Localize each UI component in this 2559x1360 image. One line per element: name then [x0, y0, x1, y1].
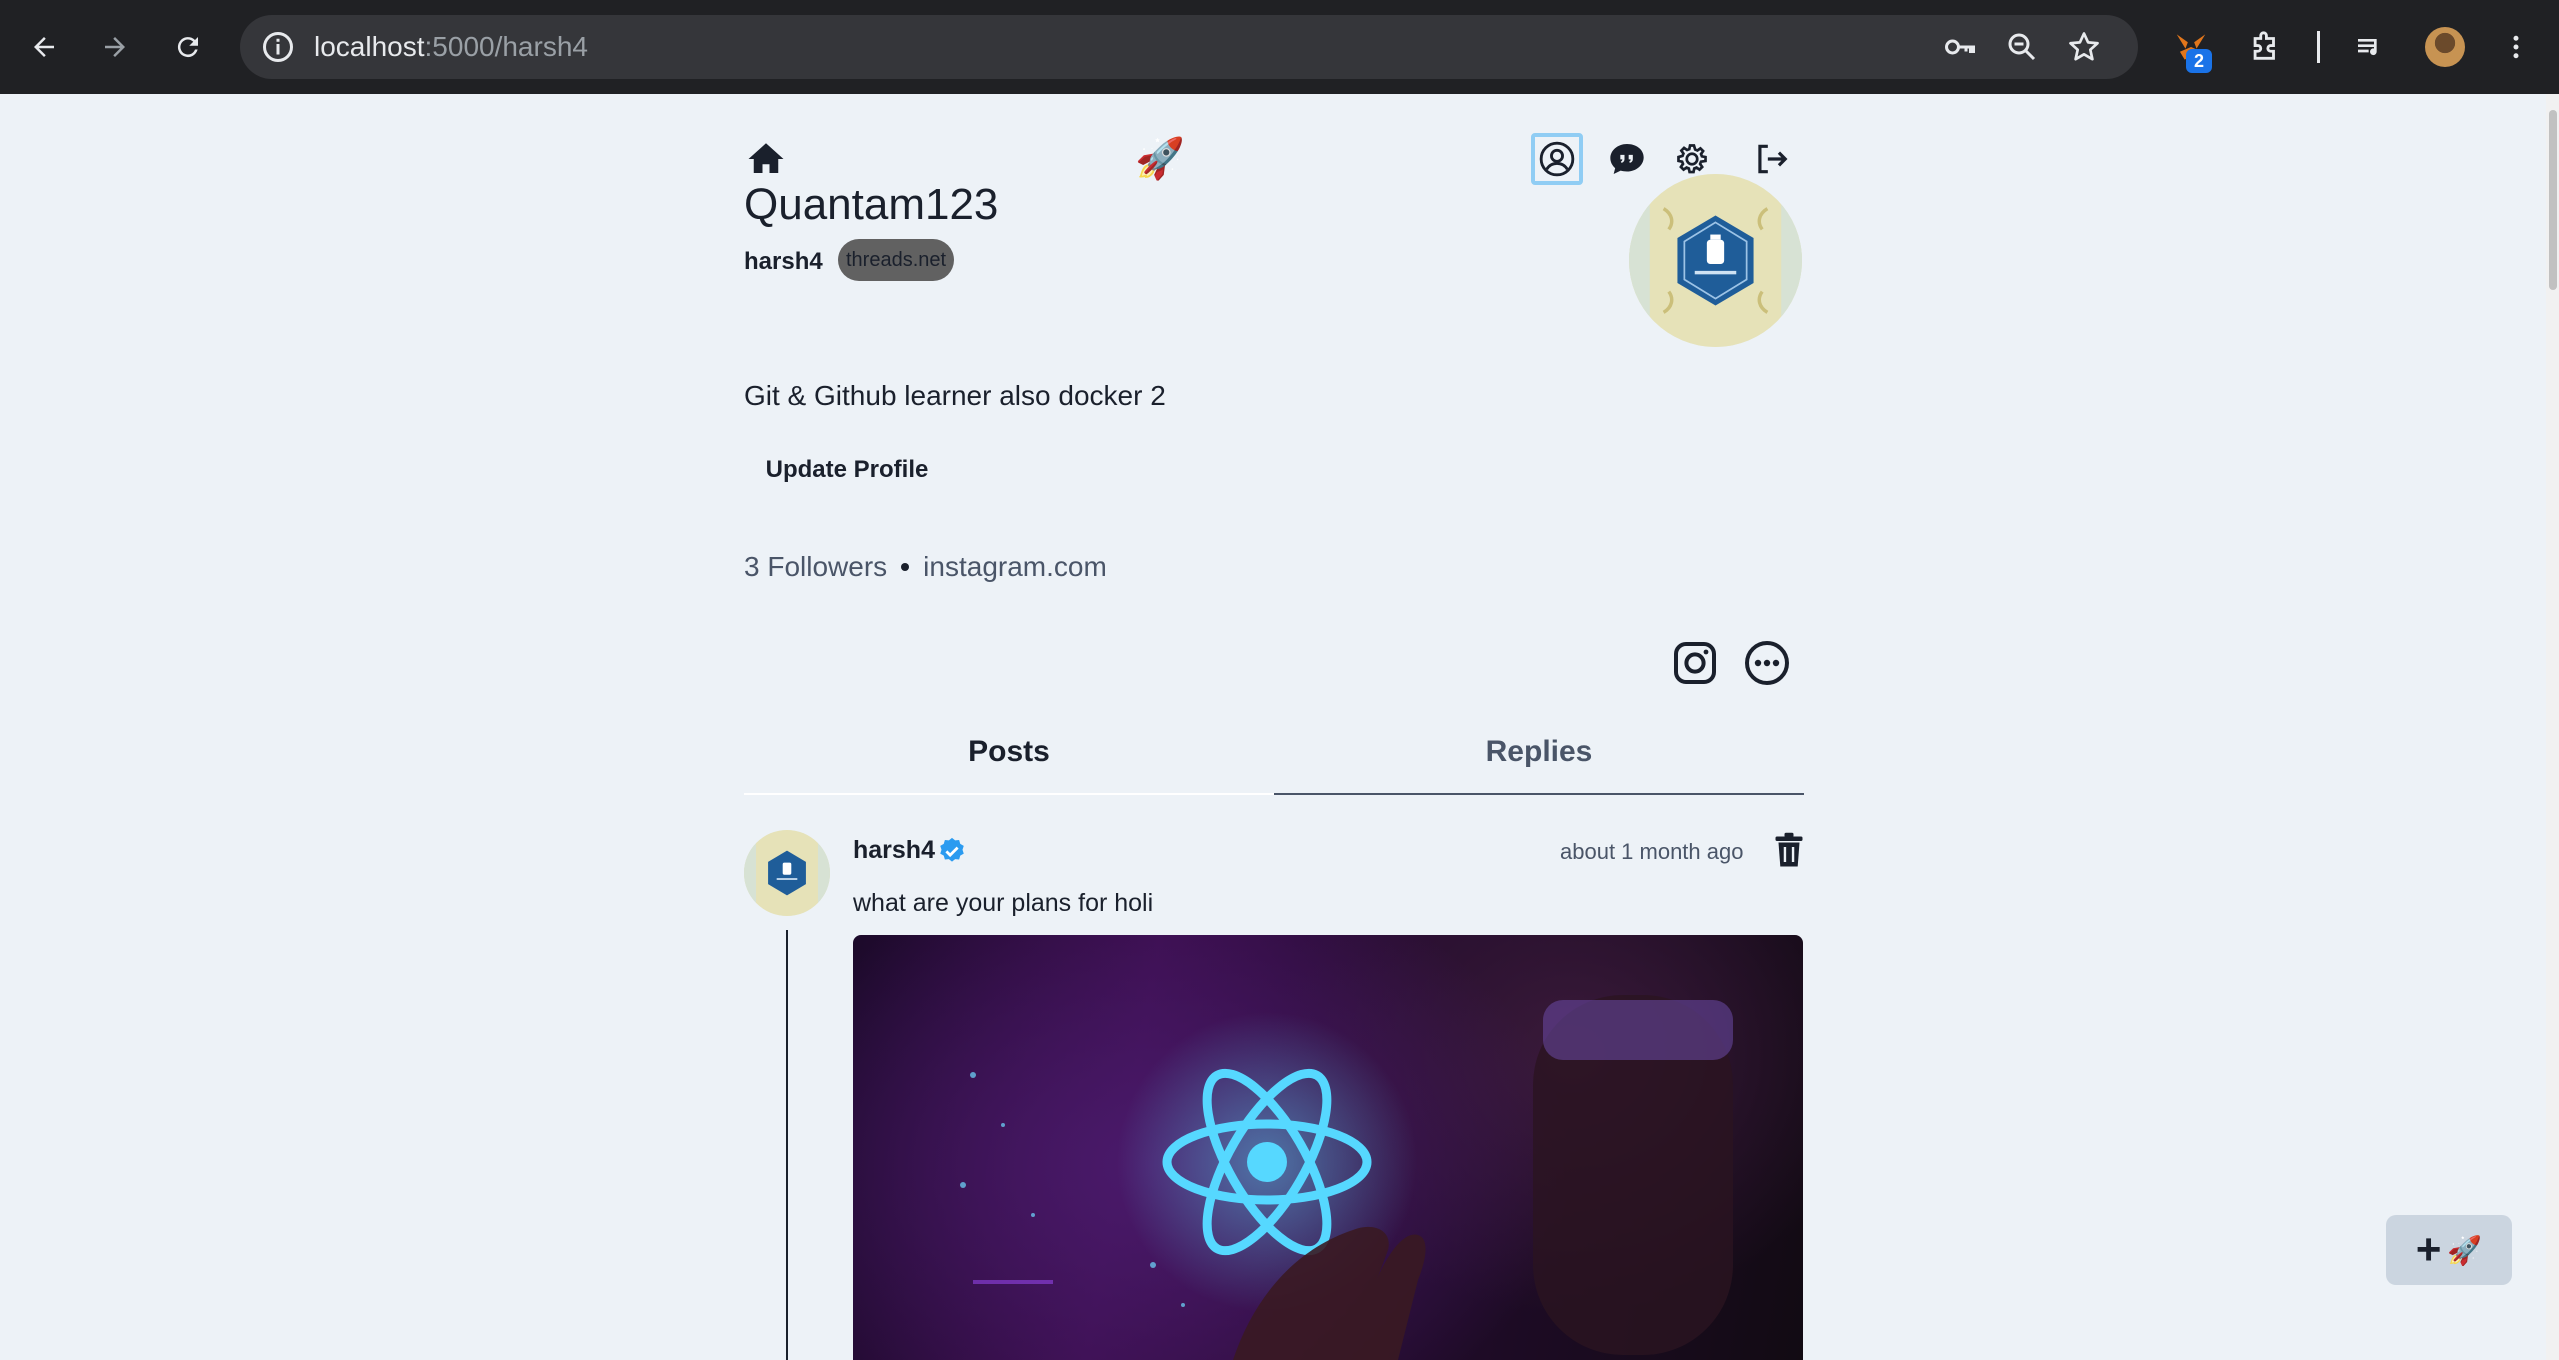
extension-badge: 2 [2186, 49, 2212, 73]
info-icon[interactable] [260, 29, 296, 65]
more-circle-icon [1745, 641, 1789, 685]
chat-quote-icon [1610, 144, 1644, 174]
puzzle-icon [2253, 31, 2275, 60]
react-atom-image [960, 995, 1733, 1360]
url-text[interactable]: localhost:5000/harsh4 [314, 30, 588, 64]
chat-link[interactable] [1605, 137, 1649, 181]
url-path: :5000/harsh4 [424, 31, 588, 62]
profile-meta: 3 Followers instagram.com [744, 551, 1107, 583]
profile-bio: Git & Github learner also docker 2 [744, 380, 1166, 411]
browser-profile-avatar[interactable] [2425, 27, 2465, 67]
profile-link[interactable] [1531, 133, 1583, 185]
zoom-icon[interactable] [2004, 29, 2040, 65]
media-button[interactable] [2345, 22, 2395, 72]
scrollbar-thumb[interactable] [2549, 110, 2557, 290]
home-icon [748, 143, 784, 173]
tab-replies[interactable]: Replies [1274, 723, 1804, 795]
trash-icon[interactable] [1774, 832, 1804, 868]
instagram-icon [1674, 642, 1716, 684]
create-post-button[interactable]: + 🚀 [2386, 1215, 2512, 1285]
post-timestamp: about 1 month ago [1560, 839, 1744, 864]
key-icon[interactable] [1942, 29, 1978, 65]
post-username[interactable]: harsh4 [853, 836, 935, 865]
more-vert-icon [2513, 35, 2519, 59]
thread-line [786, 930, 788, 1360]
post-author-avatar[interactable] [744, 830, 830, 916]
followers-count[interactable]: 3 Followers [744, 551, 887, 583]
forward-button[interactable] [90, 22, 140, 72]
reload-icon [177, 37, 198, 58]
reload-button[interactable] [163, 22, 213, 72]
url-host: localhost [314, 31, 425, 62]
tab-posts[interactable]: Posts [744, 723, 1274, 795]
verified-icon [940, 837, 964, 862]
logo[interactable]: 🚀 [1135, 136, 1185, 181]
profile-avatar[interactable] [1629, 174, 1802, 347]
rocket-icon: 🚀 [2447, 1234, 2483, 1266]
user-circle-icon [1539, 141, 1575, 177]
profile-display-name: Quantam123 [744, 180, 999, 229]
plus-icon: + [2415, 1225, 2442, 1274]
media-icon [2358, 39, 2377, 56]
star-icon[interactable] [2066, 29, 2102, 65]
address-bar[interactable]: localhost:5000/harsh4 [240, 15, 2138, 79]
logout-icon [1758, 144, 1788, 174]
logout-button[interactable] [1749, 137, 1793, 181]
update-profile-button[interactable]: Update Profile [744, 446, 950, 494]
home-link[interactable] [744, 137, 788, 181]
post-text: what are your plans for holi [853, 889, 1154, 917]
avatar-image [1629, 174, 1802, 347]
more-options-button[interactable] [1742, 638, 1792, 688]
gear-icon [1677, 144, 1707, 174]
toolbar-separator [2317, 31, 2320, 63]
rocket-logo-icon: 🚀 [1135, 136, 1185, 181]
avatar-image [744, 830, 830, 916]
domain-badge: threads.net [838, 239, 955, 281]
separator-dot [901, 563, 910, 571]
browser-menu-button[interactable] [2491, 22, 2541, 72]
back-icon [34, 37, 54, 57]
back-button[interactable] [19, 22, 69, 72]
profile-username: harsh4 [744, 248, 823, 275]
profile-link-text[interactable]: instagram.com [923, 551, 1107, 583]
extensions-button[interactable] [2240, 22, 2290, 72]
instagram-button[interactable] [1670, 638, 1720, 688]
browser-toolbar: localhost:5000/harsh4 2 [0, 0, 2559, 94]
forward-icon [105, 37, 125, 57]
post-image[interactable] [853, 935, 1803, 1360]
